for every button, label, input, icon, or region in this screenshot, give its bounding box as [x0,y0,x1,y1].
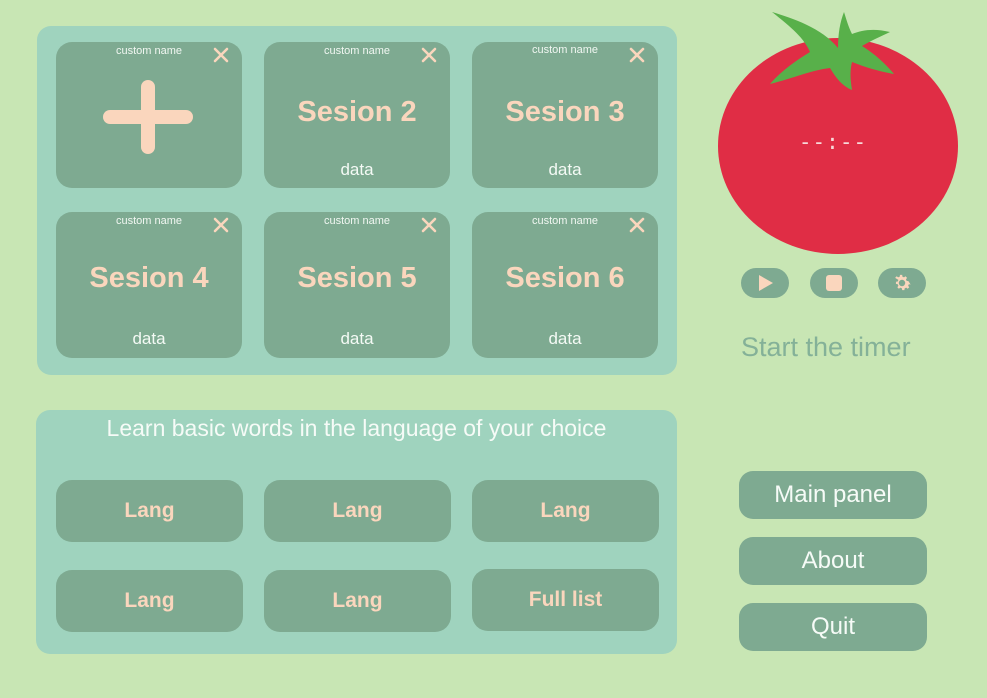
play-button[interactable] [741,268,789,298]
lang-button-2[interactable]: Lang [264,480,451,542]
session-card-6[interactable]: custom name Sesion 6 data [472,212,658,358]
full-list-button[interactable]: Full list [472,569,659,631]
close-icon[interactable] [420,216,438,234]
session-data: data [548,160,582,179]
lang-button-5[interactable]: Lang [264,570,451,632]
session-title: Sesion 3 [505,96,625,128]
sessions-panel: custom name custom name Sesion 2 data cu… [37,26,677,375]
session-data: data [340,160,374,179]
session-data: data [340,329,374,348]
session-data: data [548,329,582,348]
gear-icon [895,274,911,291]
play-icon [759,275,773,291]
session-title: Sesion 5 [297,262,417,294]
session-data: data [132,329,166,348]
lang-button-3[interactable]: Lang [472,480,659,542]
lang-button-4[interactable]: Lang [56,570,243,632]
timer-status: Start the timer [741,332,911,362]
session-card-4[interactable]: custom name Sesion 4 data [56,212,242,358]
quit-button[interactable]: Quit [739,603,927,651]
settings-button[interactable] [878,268,926,298]
session-card-2[interactable]: custom name Sesion 2 data [264,42,450,188]
languages-heading: Learn basic words in the language of you… [106,415,607,441]
session-card-5[interactable]: custom name Sesion 5 data [264,212,450,358]
languages-panel: Learn basic words in the language of you… [36,410,677,654]
session-title: Sesion 6 [505,262,625,294]
about-button[interactable]: About [739,537,927,585]
close-icon[interactable] [628,46,646,64]
close-icon[interactable] [628,216,646,234]
close-icon[interactable] [212,216,230,234]
session-title: Sesion 4 [89,262,209,294]
plus-icon[interactable] [103,80,193,154]
session-title: Sesion 2 [297,96,417,128]
stop-icon [826,275,842,291]
session-card-add[interactable]: custom name [56,42,242,188]
timer-display: --:-- [798,130,868,154]
close-icon[interactable] [212,46,230,64]
close-icon[interactable] [420,46,438,64]
main-panel-button[interactable]: Main panel [739,471,927,519]
lang-button-1[interactable]: Lang [56,480,243,542]
session-card-3[interactable]: custom name Sesion 3 data [472,42,658,188]
stop-button[interactable] [810,268,858,298]
